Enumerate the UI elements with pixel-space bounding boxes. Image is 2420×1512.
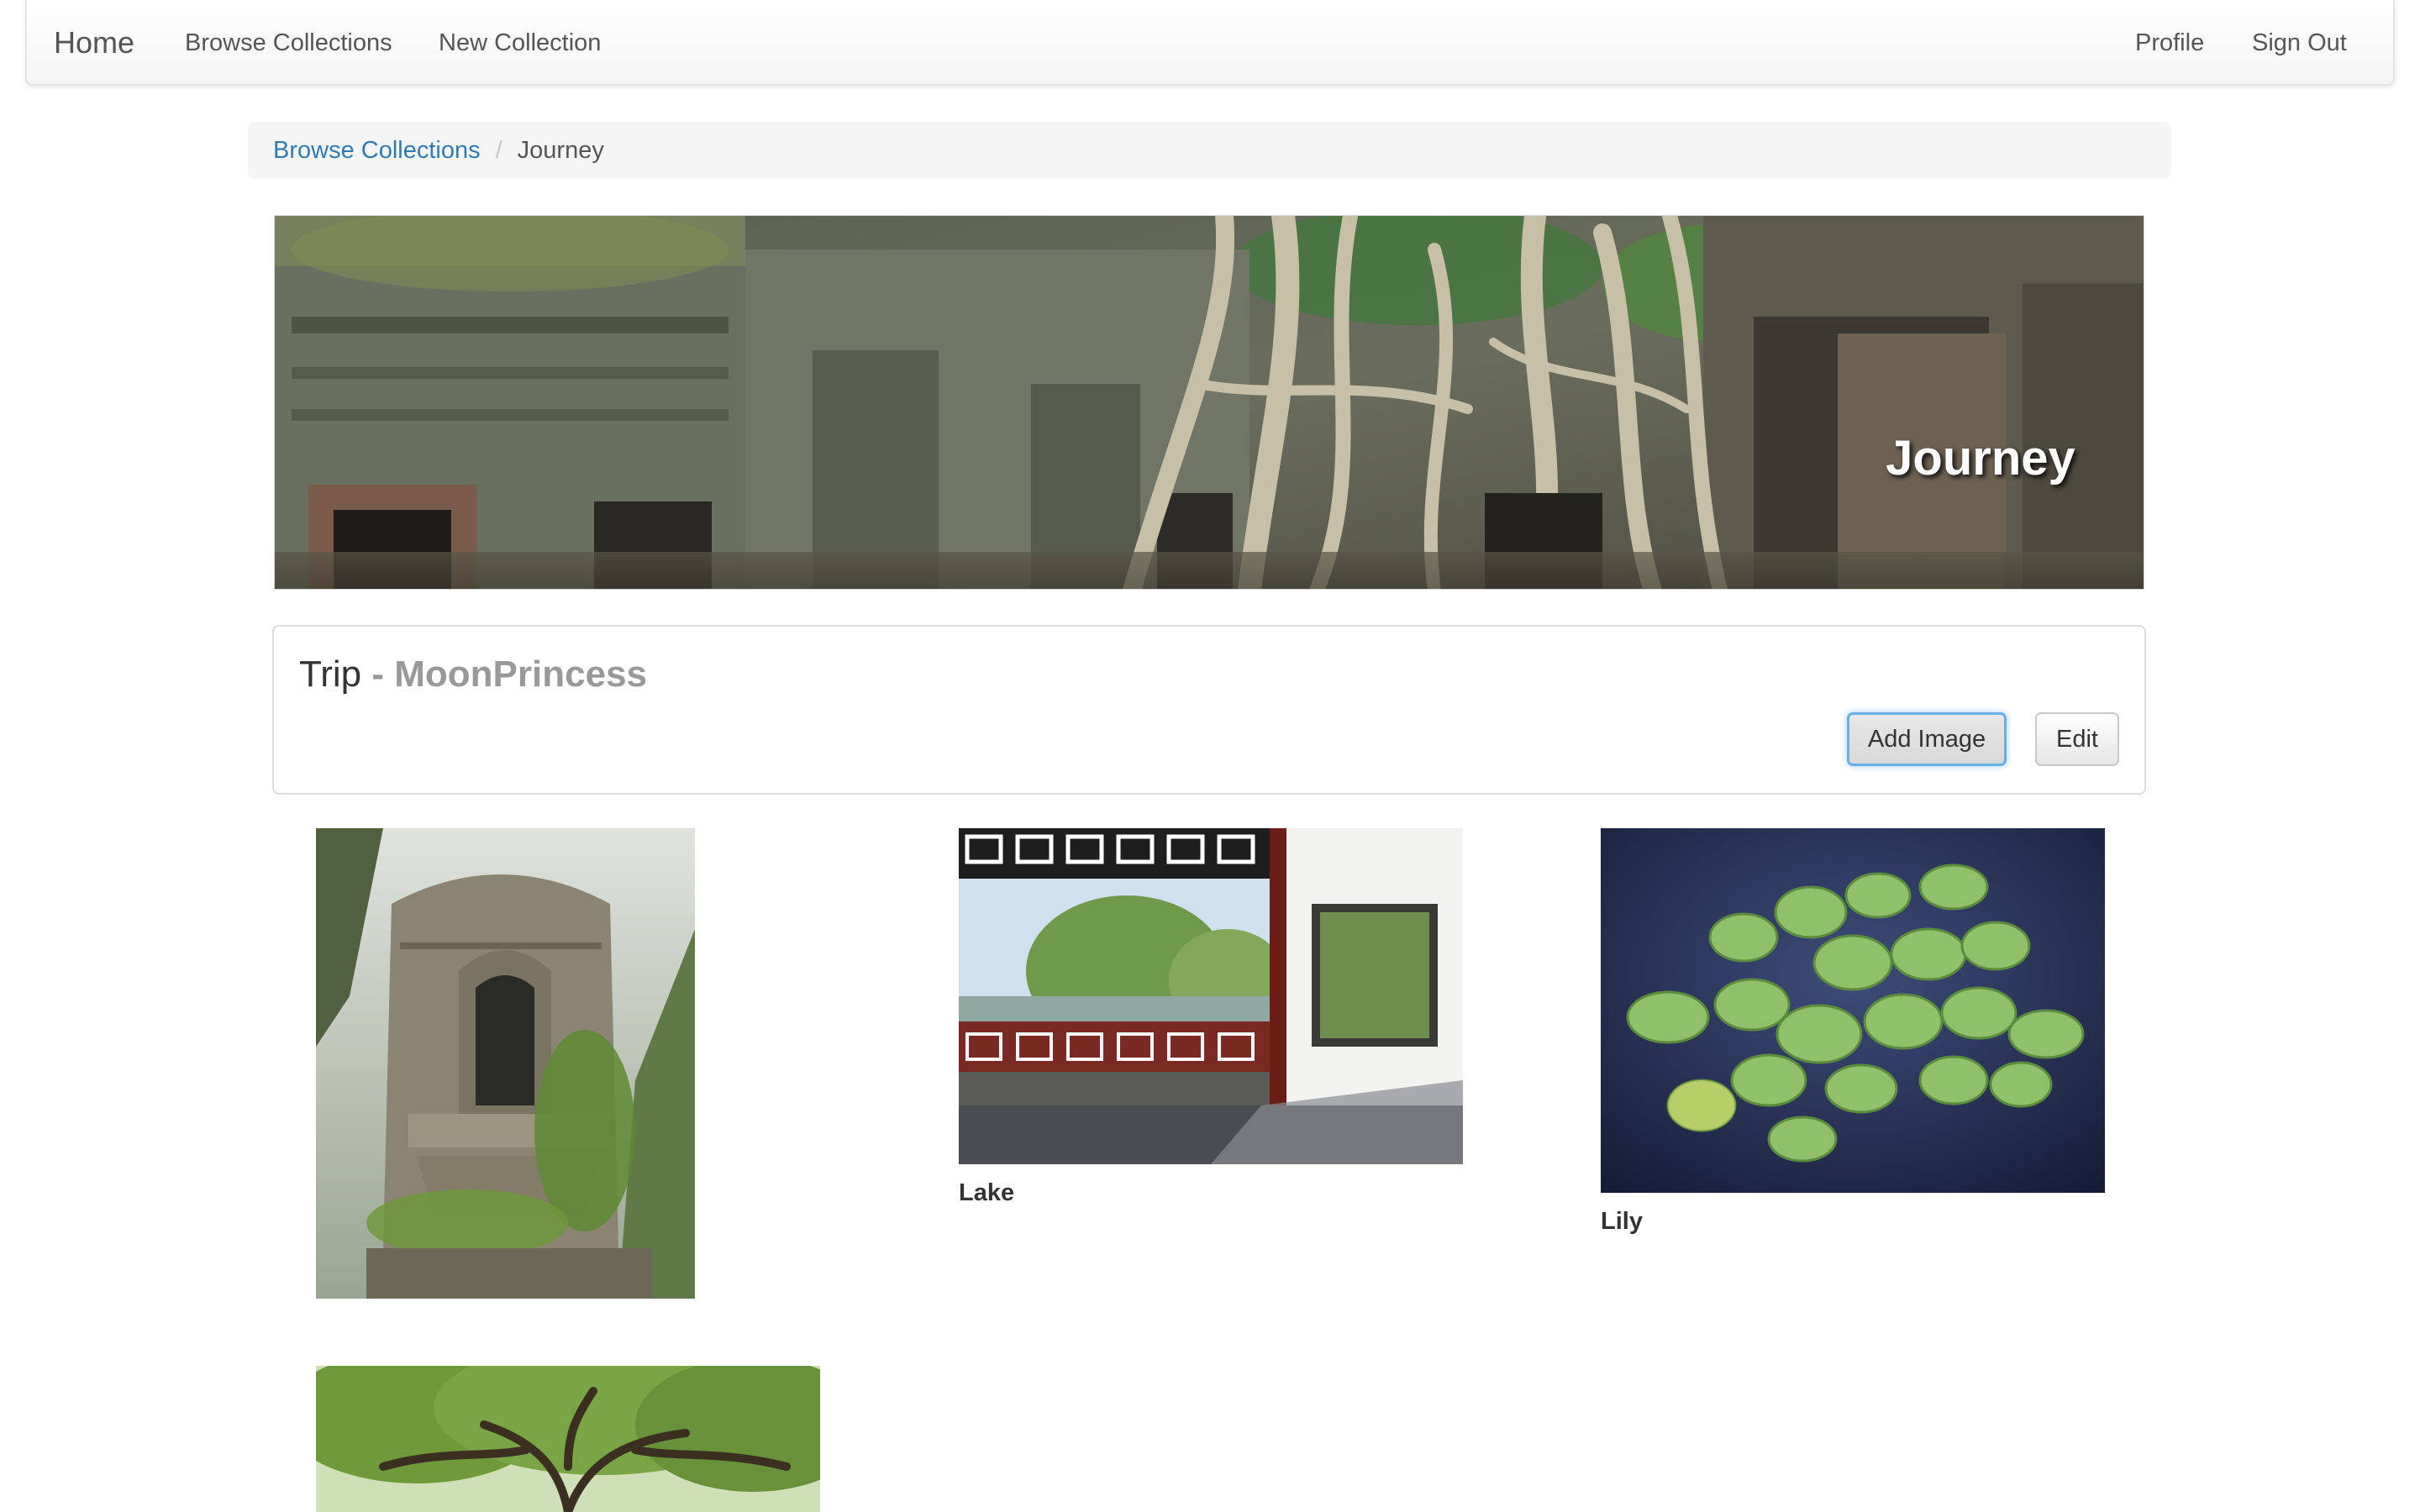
- gallery-item-2[interactable]: [959, 828, 1463, 1164]
- page: Home Browse Collections New Collection P…: [0, 0, 2420, 1512]
- gallery-item-1[interactable]: [316, 828, 695, 1299]
- owner-separator: -: [361, 654, 395, 695]
- nav-profile-link[interactable]: Profile: [2135, 0, 2204, 86]
- banner-title: Journey: [1886, 431, 2075, 486]
- top-navbar: Home Browse Collections New Collection P…: [25, 0, 2395, 86]
- overgrown-temple-ruins-image: [275, 216, 2144, 589]
- gallery-caption-lake: Lake: [959, 1179, 1015, 1206]
- breadcrumb-current: Journey: [517, 137, 604, 164]
- collection-owner: MoonPrincess: [394, 654, 648, 695]
- lily-pads-water-image: [1601, 828, 2105, 1193]
- nav-browse-collections-link[interactable]: Browse Collections: [185, 0, 392, 86]
- add-image-button[interactable]: Add Image: [1847, 712, 2007, 766]
- breadcrumb-browse-collections-link[interactable]: Browse Collections: [273, 137, 481, 164]
- gallery-item-4[interactable]: [316, 1366, 820, 1512]
- pavilion-lake-view-image: [959, 828, 1463, 1164]
- breadcrumb-separator: /: [495, 137, 502, 164]
- nav-new-collection-link[interactable]: New Collection: [439, 0, 601, 86]
- gallery-caption-lily: Lily: [1601, 1208, 1643, 1235]
- oak-tree-canopy-image: [316, 1366, 820, 1512]
- collection-info-panel: Trip - MoonPrincess Add Image Edit: [272, 625, 2146, 795]
- collection-name: Trip: [299, 654, 362, 695]
- breadcrumb: Browse Collections / Journey: [248, 122, 2171, 179]
- gallery-item-3[interactable]: [1601, 828, 2105, 1193]
- nav-sign-out-link[interactable]: Sign Out: [2252, 0, 2347, 86]
- collection-banner: Journey: [274, 215, 2144, 590]
- mossy-stone-tower-image: [316, 828, 695, 1299]
- collection-heading: Trip - MoonPrincess: [299, 654, 647, 696]
- nav-home-link[interactable]: Home: [54, 0, 134, 86]
- edit-collection-button[interactable]: Edit: [2035, 712, 2119, 766]
